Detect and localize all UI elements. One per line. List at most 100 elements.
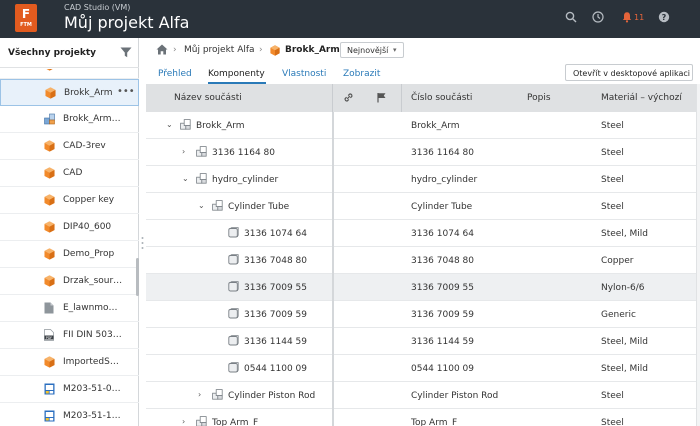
chevron-down-icon[interactable]: ⌄	[166, 120, 173, 129]
table-row[interactable]: 0544 1100 09 0544 1100 09 Steel, Mild	[146, 355, 700, 382]
row-part-name: 0544 1100 09	[244, 364, 307, 374]
table-row[interactable]: › Cylinder Piston Rod Cylinder Piston Rod S…	[146, 382, 700, 409]
row-material: Steel, Mild	[601, 229, 649, 239]
link-icon[interactable]	[343, 92, 354, 106]
table-row[interactable]: 3136 7009 55 3136 7009 55 Nylon-6/6	[146, 274, 700, 301]
sidebar-scrollbar[interactable]	[136, 258, 139, 296]
row-part-number: 0544 1100 09	[411, 364, 474, 374]
column-divider[interactable]	[401, 84, 402, 112]
part-icon	[228, 281, 239, 292]
sidebar-project-item[interactable]: PDF FII DIN 503…	[0, 322, 139, 349]
part-orange-icon	[270, 45, 280, 56]
part-orange-icon	[44, 167, 55, 179]
tab-overview[interactable]: Přehled	[158, 69, 192, 79]
part-icon	[228, 308, 239, 319]
sidebar-project-item[interactable]: E_lawnmo…	[0, 295, 139, 322]
part-icon	[228, 227, 239, 238]
part-orange-icon	[44, 275, 55, 287]
column-divider[interactable]	[332, 84, 333, 112]
sidebar-project-item[interactable]: Brokk_Arm •••	[0, 79, 139, 106]
table-scrollbar-track[interactable]	[696, 84, 700, 426]
breadcrumb-project[interactable]: Můj projekt Alfa	[184, 45, 255, 55]
pdf-icon: PDF	[44, 329, 55, 341]
sidebar-project-label: CAD-3rev	[63, 141, 106, 151]
sidebar-project-item[interactable]: Demo_Prop	[0, 241, 139, 268]
table-row[interactable]: ⌄ hydro_cylinder hydro_cylinder Steel	[146, 166, 700, 193]
row-part-name: 3136 1074 64	[244, 229, 307, 239]
row-material: Steel	[601, 202, 624, 212]
part-orange-icon	[44, 194, 55, 206]
help-icon[interactable]: ?	[658, 11, 670, 26]
filter-icon[interactable]	[120, 47, 132, 61]
sidebar-project-item[interactable]: Brokk_Arm…	[0, 106, 139, 133]
row-part-name: Cylinder Piston Rod	[228, 391, 316, 401]
sidebar-project-label: M203-51-0…	[63, 384, 121, 394]
row-material: Steel	[601, 418, 624, 426]
part-icon	[228, 362, 239, 373]
panel-splitter-handle[interactable]	[141, 236, 144, 250]
svg-text:?: ?	[662, 13, 667, 22]
sidebar-project-item[interactable]: CAD-3rev	[0, 133, 139, 160]
sidebar-project-item[interactable]: M203-51-0…	[0, 376, 139, 403]
bell-icon[interactable]	[621, 11, 633, 26]
chevron-right-icon[interactable]: ›	[182, 147, 185, 156]
row-part-number: 3136 1164 80	[411, 148, 474, 158]
row-part-number: Top Arm_F	[411, 418, 458, 426]
logo-sub: FTM	[20, 22, 32, 28]
sidebar-project-item[interactable]: M203-51-1…	[0, 403, 139, 426]
table-row[interactable]: 3136 7048 80 3136 7048 80 Copper	[146, 247, 700, 274]
sidebar-project-item[interactable]: CAD	[0, 160, 139, 187]
row-material: Generic	[601, 310, 636, 320]
history-icon[interactable]	[592, 11, 604, 26]
home-icon[interactable]	[156, 44, 168, 58]
column-header-name[interactable]: Název součásti	[174, 93, 242, 103]
sidebar-project-label: Drzak_sour…	[63, 276, 123, 286]
app-logo[interactable]: F FTM	[15, 4, 37, 32]
table-row[interactable]: ⌄ Brokk_Arm Brokk_Arm Steel	[146, 112, 700, 139]
part-icon	[228, 335, 239, 346]
row-part-number: hydro_cylinder	[411, 175, 478, 185]
tab-components[interactable]: Komponenty	[208, 69, 265, 79]
column-header-description[interactable]: Popis	[527, 93, 551, 103]
open-in-desktop-button[interactable]: Otevřít v desktopové aplikaci	[565, 64, 693, 81]
row-material: Nylon-6/6	[601, 283, 645, 293]
chevron-down-icon[interactable]: ⌄	[198, 201, 205, 210]
breadcrumb-current: Brokk_Arm	[285, 45, 340, 55]
table-row[interactable]: 3136 7009 59 3136 7009 59 Generic	[146, 301, 700, 328]
row-part-number: Brokk_Arm	[411, 121, 460, 131]
sidebar-header: Všechny projekty	[0, 38, 139, 68]
row-material: Steel, Mild	[601, 337, 649, 347]
more-options-icon[interactable]: •••	[117, 86, 135, 97]
chevron-right-icon[interactable]: ›	[198, 390, 201, 399]
app-title[interactable]: Můj projekt Alfa	[64, 13, 189, 32]
sidebar-project-item[interactable]: Bottle	[0, 69, 139, 79]
part-icon	[228, 254, 239, 265]
tab-properties[interactable]: Vlastnosti	[282, 69, 326, 79]
project-sidebar: Všechny projekty BottleBrokk_Arm•••Brokk…	[0, 38, 139, 426]
sidebar-project-item[interactable]: Copper key	[0, 187, 139, 214]
sidebar-project-item[interactable]: DIP40_600	[0, 214, 139, 241]
row-part-number: 3136 1144 59	[411, 337, 474, 347]
flag-icon[interactable]	[376, 92, 387, 106]
column-header-number[interactable]: Číslo součásti	[411, 93, 472, 103]
table-row[interactable]: › 3136 1164 80 3136 1164 80 Steel	[146, 139, 700, 166]
tab-bar: Přehled Komponenty Vlastnosti Zobrazit O…	[146, 62, 700, 84]
components-table: Název součásti Číslo součásti Popis Mate…	[146, 84, 700, 426]
column-header-material[interactable]: Materiál – výchozí	[601, 93, 682, 103]
version-dropdown[interactable]: Nejnovější ▾	[340, 42, 404, 58]
document-icon	[44, 302, 55, 314]
part-orange-icon	[44, 356, 55, 368]
part-orange-icon	[45, 87, 56, 99]
search-icon[interactable]	[565, 11, 577, 26]
sidebar-project-item[interactable]: ImportedS…	[0, 349, 139, 376]
tab-view[interactable]: Zobrazit	[343, 69, 380, 79]
chevron-right-icon[interactable]: ›	[182, 417, 185, 426]
table-row[interactable]: ⌄ Cylinder Tube Cylinder Tube Steel	[146, 193, 700, 220]
table-row[interactable]: 3136 1074 64 3136 1074 64 Steel, Mild	[146, 220, 700, 247]
chevron-down-icon[interactable]: ⌄	[182, 174, 189, 183]
table-row[interactable]: › Top Arm_F Top Arm_F Steel	[146, 409, 700, 426]
sidebar-project-label: DIP40_600	[63, 222, 112, 232]
assembly-icon	[180, 119, 191, 130]
sidebar-project-item[interactable]: Drzak_sour…	[0, 268, 139, 295]
table-row[interactable]: 3136 1144 59 3136 1144 59 Steel, Mild	[146, 328, 700, 355]
